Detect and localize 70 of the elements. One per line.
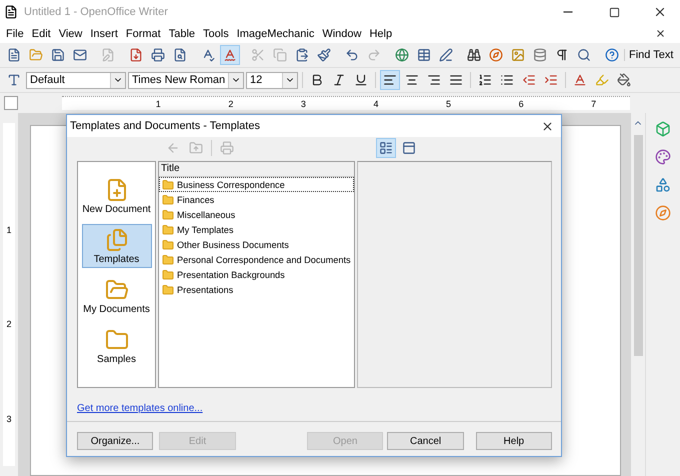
- list-item[interactable]: Business Correspondence: [159, 177, 354, 192]
- dialog-button[interactable]: Cancel: [387, 432, 464, 450]
- menu-item[interactable]: Edit: [28, 28, 55, 40]
- menu-item[interactable]: File: [2, 28, 28, 40]
- category-label: New Document: [82, 204, 151, 215]
- list-item[interactable]: Presentations: [159, 282, 354, 297]
- ruler-number: 2: [228, 98, 234, 110]
- ruler-number: 7: [591, 98, 596, 110]
- menu-item[interactable]: View: [54, 28, 86, 40]
- category-label: Templates: [94, 254, 140, 265]
- autospellcheck-icon[interactable]: [220, 45, 240, 65]
- menu-item[interactable]: Window: [318, 28, 366, 40]
- window-title: Untitled 1 - OpenOffice Writer: [24, 6, 169, 18]
- category-label: My Documents: [83, 304, 150, 315]
- ruler-number: 1: [156, 98, 161, 110]
- folder-icon: [162, 179, 174, 190]
- menu-item[interactable]: Format: [122, 28, 165, 40]
- folder-icon: [162, 224, 174, 235]
- ruler-number: 3: [300, 98, 306, 110]
- item-label: Miscellaneous: [177, 210, 236, 220]
- menu-item[interactable]: Tools: [199, 28, 233, 40]
- category-item[interactable]: Samples: [82, 324, 152, 368]
- item-label: Presentations: [177, 284, 234, 294]
- ruler-number: 5: [446, 98, 452, 110]
- list-view-icon[interactable]: [376, 138, 396, 158]
- folder-icon: [162, 254, 174, 265]
- ruler-number: 2: [6, 319, 12, 330]
- item-label: Finances: [177, 194, 214, 204]
- list-item[interactable]: Other Business Documents: [159, 237, 354, 252]
- folder-icon: [162, 284, 174, 295]
- category-item[interactable]: My Documents: [82, 274, 152, 318]
- align-left-icon[interactable]: [380, 70, 400, 90]
- menu-item[interactable]: Help: [365, 28, 396, 40]
- folder-icon: [162, 239, 174, 250]
- list-item[interactable]: Personal Correspondence and Documents: [159, 252, 354, 267]
- ruler-number: 3: [6, 414, 12, 424]
- font-size-dropdown[interactable]: 12: [246, 72, 298, 88]
- dialog-button[interactable]: Help: [476, 432, 552, 450]
- dialog-title: Templates and Documents - Templates: [70, 120, 261, 132]
- menu-item[interactable]: ImageMechanic: [232, 28, 318, 40]
- menu-item[interactable]: Table: [164, 28, 200, 40]
- folder-icon: [162, 269, 174, 280]
- ruler-number: 6: [518, 98, 524, 110]
- styles-palette-icon[interactable]: [653, 147, 673, 167]
- category-item[interactable]: Templates: [82, 224, 152, 268]
- menu-item[interactable]: Insert: [86, 28, 122, 40]
- find-text-label: Find Text: [624, 49, 678, 61]
- item-label: Other Business Documents: [177, 240, 289, 250]
- item-label: My Templates: [177, 224, 234, 234]
- list-item[interactable]: Finances: [159, 192, 354, 207]
- style-dropdown[interactable]: Default: [26, 72, 126, 88]
- font-dropdown[interactable]: Times New Roman: [128, 72, 244, 88]
- item-label: Business Correspondence: [177, 180, 285, 190]
- ruler-number: 4: [373, 98, 378, 110]
- item-label: Personal Correspondence and Documents: [177, 254, 351, 264]
- list-item[interactable]: Presentation Backgrounds: [159, 267, 354, 282]
- category-item[interactable]: New Document: [82, 174, 152, 218]
- category-label: Samples: [97, 354, 136, 365]
- dialog-button[interactable]: Organize...: [77, 432, 154, 450]
- ruler-number: 1: [6, 225, 12, 236]
- list-item[interactable]: My Templates: [159, 222, 354, 237]
- column-header[interactable]: Title: [159, 162, 354, 177]
- tab-stop-button[interactable]: [4, 96, 18, 110]
- folder-icon: [162, 194, 174, 205]
- scrollbar-thumb[interactable]: [634, 135, 642, 356]
- templates-link[interactable]: Get more templates online...: [77, 403, 203, 414]
- item-label: Presentation Backgrounds: [177, 270, 285, 280]
- document-icon: [4, 5, 18, 19]
- folder-icon: [162, 209, 174, 220]
- list-item[interactable]: Miscellaneous: [159, 207, 354, 222]
